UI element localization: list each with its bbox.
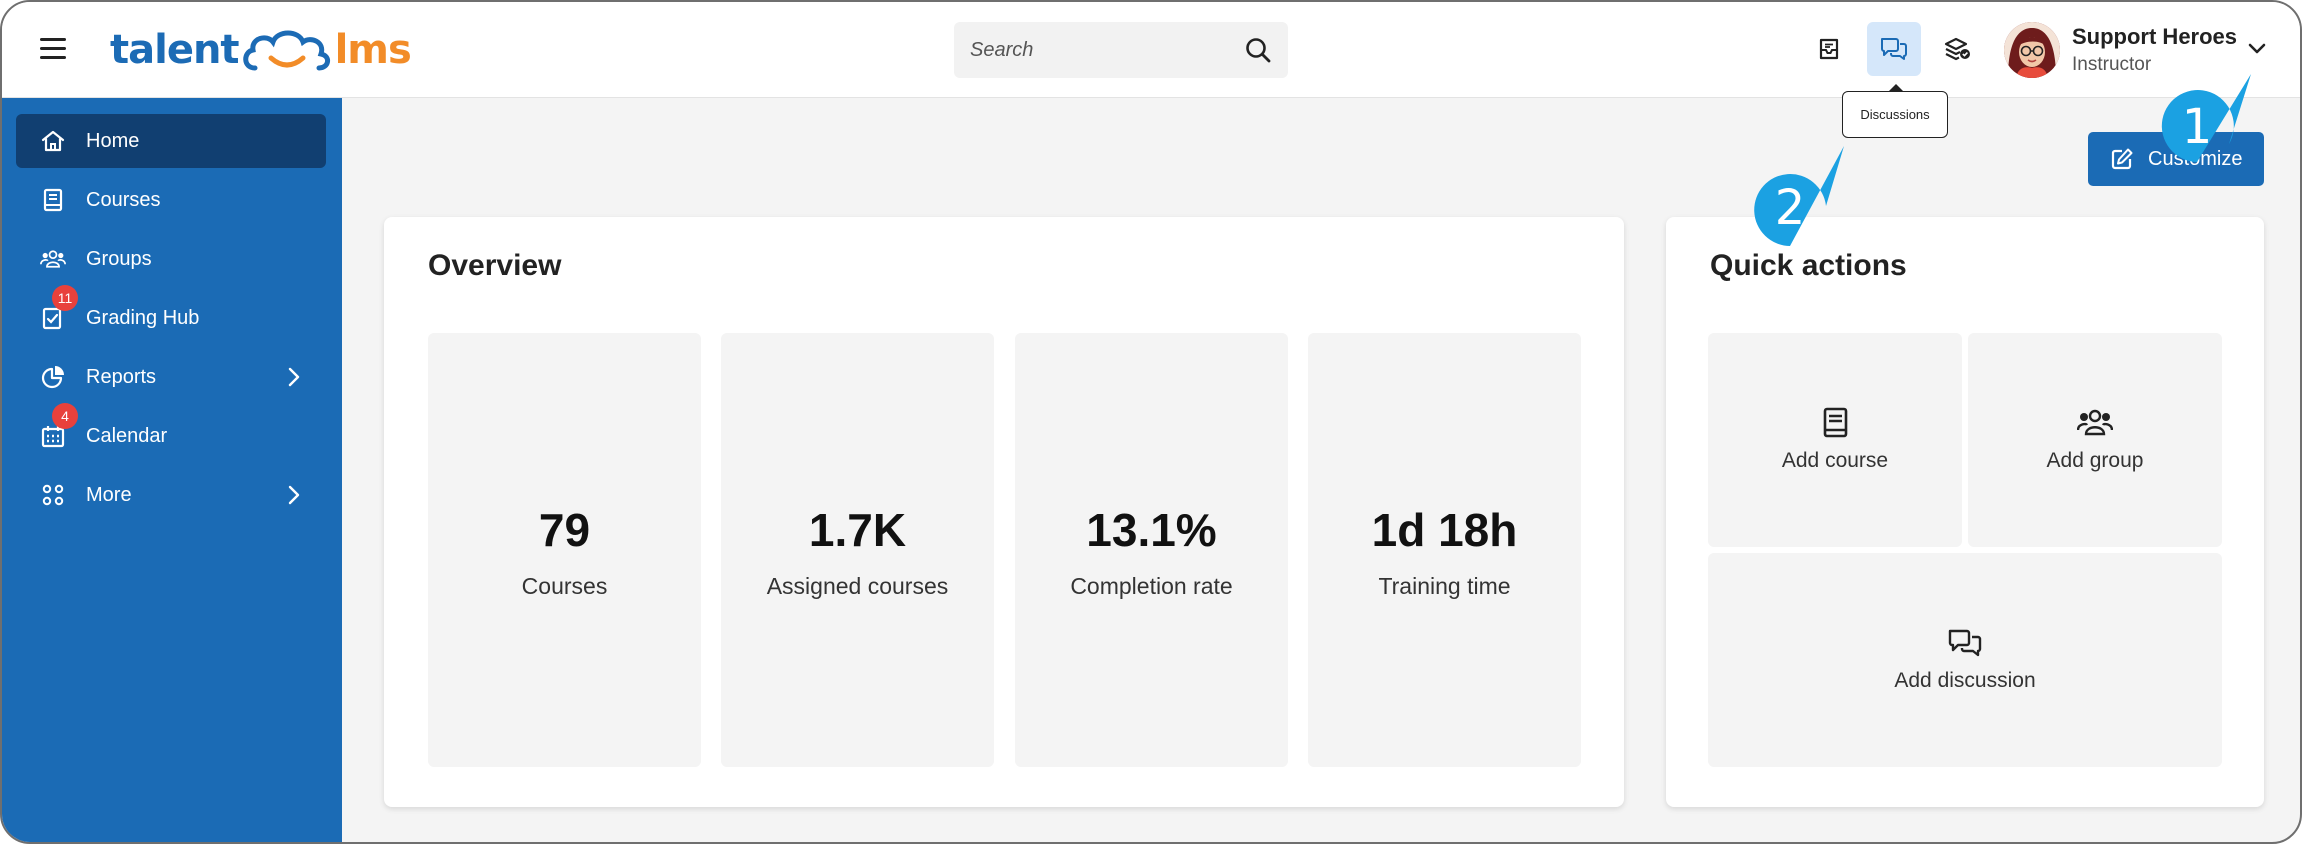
app-window: talent lms Search Support Heroes Instruc… [0,0,2302,844]
avatar [2004,22,2060,78]
inbox-icon [1819,38,1839,60]
groups-icon [40,250,66,268]
sidebar-item-reports[interactable]: Reports [16,350,326,404]
sidebar-item-calendar[interactable]: 4 Calendar [16,403,326,463]
stat-value: 1.7K [808,504,907,556]
top-bar: talent lms Search Support Heroes Instruc… [2,2,2300,98]
quick-action-label: Add discussion [1894,669,2036,692]
cloud-logo-icon [242,30,330,71]
sidebar-item-label: Reports [86,365,157,388]
quick-action-label: Add course [1781,449,1889,472]
book-icon [43,188,63,212]
sidebar-item-label: Courses [86,188,161,211]
sidebar-item-label: More [86,483,132,506]
stat-value: 1d 18h [1371,504,1518,556]
quick-actions-card: Quick actions Add course Add group Add d… [1666,217,2264,807]
sidebar-item-more[interactable]: More [16,468,326,522]
sidebar-item-grading-hub[interactable]: 11 Grading Hub [16,285,326,345]
stat-completion-rate[interactable]: 13.1% Completion rate [1015,333,1288,767]
sidebar-item-label: Groups [86,247,152,270]
stat-value: 13.1% [1086,504,1217,556]
logo-text-lms: lms [334,27,412,73]
discussions-icon [1948,629,1982,657]
callout-2-number: 2 [1774,180,1806,236]
chevron-down-icon[interactable] [2246,42,2268,56]
stat-value: 79 [538,504,591,556]
sidebar: Home Courses Groups 11 Grading Hub Repor… [2,98,342,842]
sidebar-item-label: Home [86,129,140,152]
callout-1-number: 1 [2181,99,2213,155]
chevron-right-icon [288,367,300,387]
discussions-tooltip: Discussions [1842,91,1948,138]
sidebar-item-label: Calendar [86,424,168,447]
menu-icon[interactable] [40,38,66,60]
sidebar-item-courses[interactable]: Courses [16,173,326,227]
grid-icon [42,484,64,506]
grading-hub-badge: 11 [52,285,78,311]
sidebar-item-home[interactable]: Home [16,114,326,168]
logo-text-talent: talent [110,27,240,73]
add-group-button[interactable]: Add group [1968,333,2222,547]
quick-actions-title: Quick actions [1710,249,1907,282]
chevron-right-icon [288,485,300,505]
talentlms-logo[interactable]: talent lms [110,20,412,80]
home-icon [41,130,65,152]
search-box [954,22,1288,78]
book-icon [1823,407,1848,438]
overview-card: Overview 79 Courses 1.7K Assigned course… [384,217,1624,807]
pie-chart-icon [41,366,64,389]
stat-label: Training time [1378,573,1511,599]
search-input[interactable] [970,38,1244,62]
inbox-button[interactable] [1802,22,1856,76]
calendar-badge: 4 [52,403,78,429]
stat-courses[interactable]: 79 Courses [428,333,701,767]
search-icon[interactable] [1244,36,1272,64]
discussions-button[interactable] [1867,22,1921,76]
catalog-icon [1944,37,1970,61]
overview-title: Overview [428,249,562,282]
add-course-button[interactable]: Add course [1708,333,1962,547]
add-discussion-button[interactable]: Add discussion [1708,553,2222,767]
user-name: Support Heroes [2072,24,2238,49]
stat-label: Completion rate [1070,573,1233,599]
user-menu[interactable]: Support Heroes Instructor [2004,20,2237,80]
catalog-button[interactable] [1930,22,1984,76]
sidebar-item-label: Grading Hub [86,306,200,329]
edit-icon [2111,148,2133,170]
stat-label: Assigned courses [766,573,949,599]
sidebar-item-groups[interactable]: Groups [16,232,326,286]
quick-action-label: Add group [2046,449,2144,472]
stat-training-time[interactable]: 1d 18h Training time [1308,333,1581,767]
discussions-icon [1881,38,1907,60]
groups-icon [2077,409,2113,436]
avatar-illustration-icon [2004,22,2060,78]
stat-label: Courses [521,573,608,599]
stat-assigned-courses[interactable]: 1.7K Assigned courses [721,333,994,767]
